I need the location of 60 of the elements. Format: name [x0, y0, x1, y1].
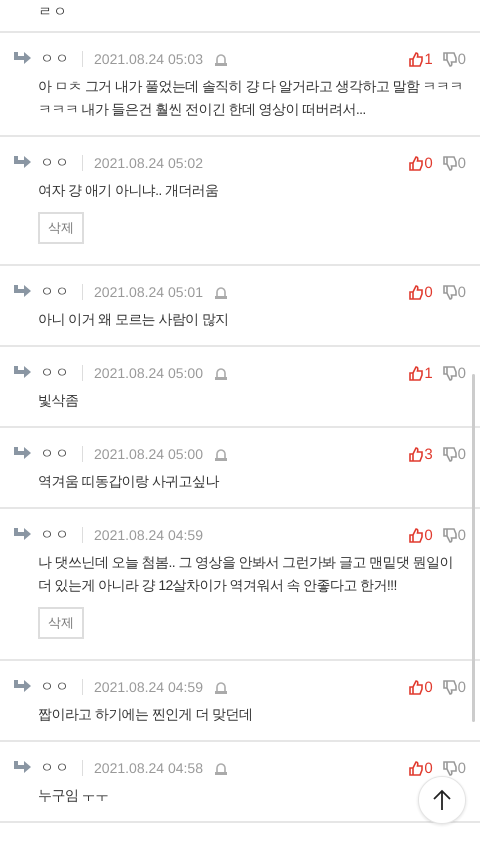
reply-arrow-icon [12, 679, 32, 695]
author-name: ㅇㅇ [40, 445, 70, 463]
comment-date: 2021.08.24 04:58 [94, 760, 203, 776]
delete-button[interactable]: 삭제 [38, 607, 84, 639]
reply-arrow-icon [12, 284, 32, 300]
dislike-button[interactable]: 0 [442, 760, 466, 776]
comment-text: 빛삭좀 [38, 391, 78, 410]
comment-text: 아 ㅁㅊ 그거 내가 풀었는데 솔직히 걍 다 알거라고 생각하고 말함 ㅋㅋㅋㅋㅋㅋ 내가 들은건 훨씬 전이긴 한데 영상이 떠버려서... [38, 77, 464, 119]
dislike-button[interactable]: 0 [442, 526, 466, 544]
comment-text: ㄹㅇ [38, 2, 68, 21]
like-button[interactable]: 0 [409, 678, 433, 696]
reply-arrow-icon [12, 365, 32, 381]
dislike-button[interactable]: 0 [442, 446, 466, 462]
comment-text: 나 댓쓰닌데 오늘 첨봄.. 그 영상을 안봐서 그런가봐 글고 맨밑댓 뭔일이 더 있는게 아니라 걍 12살차이가 역겨워서 속 안좋다고 한거!!! [38, 553, 454, 595]
siren-icon[interactable] [214, 284, 228, 300]
up-arrow-icon [432, 789, 452, 811]
reply-arrow-icon [12, 760, 32, 776]
reply-arrow-icon [12, 155, 32, 171]
like-button[interactable]: 0 [409, 284, 433, 300]
author-name: ㅇㅇ [40, 283, 70, 301]
like-button[interactable]: 1 [409, 50, 433, 68]
author-name: ㅇㅇ [40, 154, 70, 172]
author-name: ㅇㅇ [40, 678, 70, 696]
comment-date: 2021.08.24 04:59 [94, 679, 203, 695]
author-name: ㅇㅇ [40, 364, 70, 382]
like-button[interactable]: 0 [409, 526, 433, 544]
author-name: ㅇㅇ [40, 759, 70, 777]
comment-date: 2021.08.24 04:59 [94, 527, 203, 543]
siren-icon[interactable] [214, 680, 228, 694]
comment-text: 역겨움 띠동갑이랑 사귀고싶나 [38, 472, 219, 491]
comment-date: 2021.08.24 05:00 [94, 446, 203, 462]
scroll-top-button[interactable] [418, 776, 466, 824]
dislike-button[interactable]: 0 [442, 154, 466, 172]
siren-icon[interactable] [214, 760, 228, 776]
like-button[interactable]: 1 [409, 364, 433, 382]
comment-text: 아니 이거 왜 모르는 사람이 많지 [38, 310, 229, 329]
scrollbar[interactable] [472, 374, 475, 722]
siren-icon[interactable] [214, 366, 228, 380]
author-name: ㅇㅇ [40, 50, 70, 68]
comment-text: 여자 걍 애기 아니냐.. 개더러움 [38, 181, 219, 200]
dislike-button[interactable]: 0 [442, 678, 466, 696]
comment-text: 누구임 ㅜㅜ [38, 786, 108, 805]
comment-date: 2021.08.24 05:03 [94, 51, 203, 67]
reply-arrow-icon [12, 446, 32, 462]
comment-date: 2021.08.24 05:00 [94, 365, 203, 381]
like-button[interactable]: 3 [409, 446, 433, 462]
delete-button[interactable]: 삭제 [38, 212, 84, 244]
siren-icon[interactable] [214, 446, 228, 462]
comment-text: 짭이라고 하기에는 찐인게 더 맞던데 [38, 705, 252, 724]
reply-arrow-icon [12, 51, 32, 67]
like-button[interactable]: 0 [409, 760, 433, 776]
dislike-button[interactable]: 0 [442, 50, 466, 68]
comment-date: 2021.08.24 05:02 [94, 155, 203, 171]
dislike-button[interactable]: 0 [442, 284, 466, 300]
siren-icon[interactable] [214, 52, 228, 66]
dislike-button[interactable]: 0 [442, 364, 466, 382]
like-button[interactable]: 0 [409, 154, 433, 172]
comment-date: 2021.08.24 05:01 [94, 284, 203, 300]
reply-arrow-icon [12, 527, 32, 543]
author-name: ㅇㅇ [40, 526, 70, 544]
